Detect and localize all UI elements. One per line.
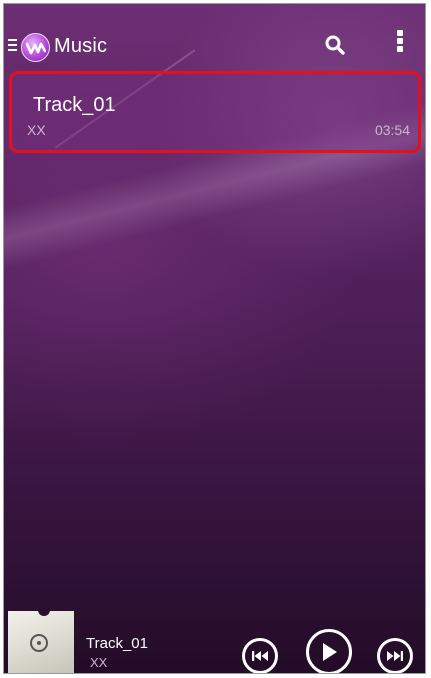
track-artist: XX	[27, 122, 46, 138]
track-title: Track_01	[33, 94, 116, 116]
track-list-item[interactable]: Track_01 XX 03:54	[9, 71, 421, 153]
next-button[interactable]	[377, 638, 413, 673]
track-duration: 03:54	[374, 122, 410, 138]
mini-player: Track_01 XX	[4, 604, 425, 673]
app-screen: Music Track_01 XX 03:54 Track_01 XX	[3, 3, 426, 674]
album-art[interactable]	[8, 608, 74, 673]
album-art-notch	[38, 608, 50, 616]
now-playing-artist: XX	[90, 655, 108, 670]
app-title: Music	[54, 35, 108, 57]
walkman-logo-icon	[21, 33, 50, 62]
play-icon	[323, 643, 337, 661]
disc-icon	[30, 634, 48, 652]
app-header: Music	[4, 4, 425, 62]
now-playing-title: Track_01	[86, 635, 148, 652]
skip-next-icon	[387, 651, 403, 661]
previous-button[interactable]	[242, 638, 278, 673]
hamburger-menu-icon[interactable]	[8, 39, 17, 53]
search-icon[interactable]	[323, 33, 347, 57]
skip-previous-icon	[252, 651, 268, 661]
play-button[interactable]	[306, 629, 352, 673]
more-vertical-icon[interactable]	[393, 30, 407, 60]
